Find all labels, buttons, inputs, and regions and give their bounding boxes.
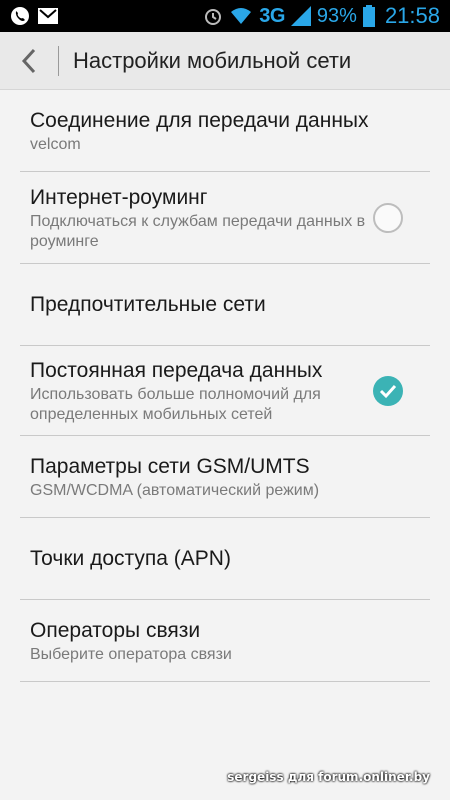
mail-icon	[38, 8, 58, 24]
setting-summary: Подключаться к службам передачи данных в…	[30, 212, 366, 250]
setting-title: Соединение для передачи данных	[30, 108, 369, 132]
setting-preferred-networks[interactable]: Предпочтительные сети	[20, 264, 430, 346]
setting-data-connection[interactable]: Соединение для передачи данных velcom	[20, 90, 430, 172]
network-type: 3G	[259, 4, 285, 27]
setting-always-on-data[interactable]: Постоянная передача данных Использовать …	[20, 346, 430, 436]
roaming-checkbox[interactable]	[372, 202, 404, 234]
setting-title: Предпочтительные сети	[30, 292, 266, 316]
setting-summary: Использовать больше полномочий для опред…	[30, 385, 321, 423]
clock: 21:58	[384, 3, 440, 28]
setting-title: Постоянная передача данных	[30, 358, 323, 382]
back-chevron-icon	[21, 48, 36, 73]
battery-percent: 93%	[316, 4, 357, 27]
battery-icon	[362, 5, 375, 27]
setting-summary: Выберите оператора связи	[30, 645, 232, 663]
unchecked-circle-icon	[373, 202, 403, 233]
action-bar: Настройки мобильной сети	[0, 32, 450, 90]
setting-title: Операторы связи	[30, 618, 201, 642]
setting-internet-roaming[interactable]: Интернет-роуминг Подключаться к службам …	[20, 172, 430, 264]
setting-title: Точки доступа (APN)	[30, 546, 231, 570]
setting-network-operators[interactable]: Операторы связи Выберите оператора связи	[20, 600, 430, 682]
watermark: sergeiss для forum.onliner.by	[227, 770, 430, 784]
setting-title: Интернет-роуминг	[30, 185, 208, 209]
setting-summary: velcom	[30, 135, 81, 153]
alarm-icon	[203, 6, 223, 26]
status-bar: 3G 93% 21:58	[0, 0, 450, 32]
setting-gsm-umts[interactable]: Параметры сети GSM/UMTS GSM/WCDMA (автом…	[20, 436, 430, 518]
header-divider	[58, 45, 59, 76]
setting-title: Параметры сети GSM/UMTS	[30, 454, 310, 478]
phone-icon	[10, 6, 30, 26]
page-title: Настройки мобильной сети	[73, 47, 352, 73]
setting-apn[interactable]: Точки доступа (APN)	[20, 518, 430, 600]
settings-list: Соединение для передачи данных velcom Ин…	[0, 90, 450, 682]
back-button[interactable]	[0, 32, 58, 90]
always-on-data-checkbox[interactable]	[372, 375, 404, 407]
signal-icon	[290, 6, 311, 26]
setting-summary: GSM/WCDMA (автоматический режим)	[30, 481, 320, 499]
checked-circle-icon	[373, 375, 403, 406]
wifi-icon	[229, 6, 253, 26]
